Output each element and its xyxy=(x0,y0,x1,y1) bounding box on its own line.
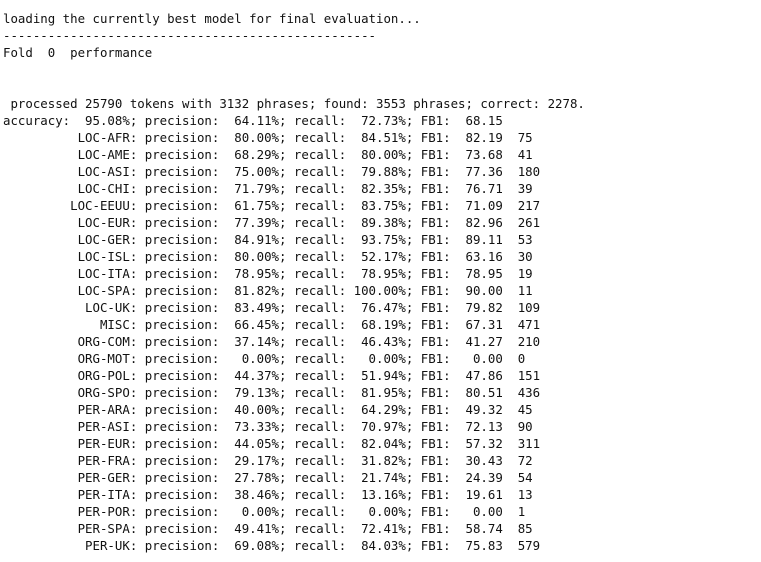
result-row: PER-GER: precision: 27.78%; recall: 21.7… xyxy=(3,470,533,485)
separator-line: ----------------------------------------… xyxy=(3,28,376,43)
result-row: ORG-MOT: precision: 0.00%; recall: 0.00%… xyxy=(3,351,526,366)
result-row: ORG-POL: precision: 44.37%; recall: 51.9… xyxy=(3,368,541,383)
result-row: LOC-ASI: precision: 75.00%; recall: 79.8… xyxy=(3,164,541,179)
result-row: LOC-AFR: precision: 80.00%; recall: 84.5… xyxy=(3,130,533,145)
per-class-results: LOC-AFR: precision: 80.00%; recall: 84.5… xyxy=(3,129,758,554)
result-row: PER-ARA: precision: 40.00%; recall: 64.2… xyxy=(3,402,533,417)
result-row: PER-ITA: precision: 38.46%; recall: 13.1… xyxy=(3,487,533,502)
result-row: LOC-EUR: precision: 77.39%; recall: 89.3… xyxy=(3,215,541,230)
result-row: ORG-COM: precision: 37.14%; recall: 46.4… xyxy=(3,334,541,349)
result-row: PER-SPA: precision: 49.41%; recall: 72.4… xyxy=(3,521,533,536)
status-line: loading the currently best model for fin… xyxy=(3,11,421,26)
fold-heading: Fold 0 performance xyxy=(3,45,153,60)
terminal-output: loading the currently best model for fin… xyxy=(3,10,758,554)
result-row: LOC-ISL: precision: 80.00%; recall: 52.1… xyxy=(3,249,533,264)
result-row: LOC-EEUU: precision: 61.75%; recall: 83.… xyxy=(3,198,541,213)
result-row: PER-ASI: precision: 73.33%; recall: 70.9… xyxy=(3,419,533,434)
result-row: LOC-AME: precision: 68.29%; recall: 80.0… xyxy=(3,147,533,162)
overall-accuracy-line: accuracy: 95.08%; precision: 64.11%; rec… xyxy=(3,113,503,128)
summary-line: processed 25790 tokens with 3132 phrases… xyxy=(3,96,585,111)
result-row: ORG-SPO: precision: 79.13%; recall: 81.9… xyxy=(3,385,541,400)
result-row: MISC: precision: 66.45%; recall: 68.19%;… xyxy=(3,317,541,332)
result-row: PER-UK: precision: 69.08%; recall: 84.03… xyxy=(3,538,541,553)
result-row: LOC-GER: precision: 84.91%; recall: 93.7… xyxy=(3,232,533,247)
result-row: LOC-UK: precision: 83.49%; recall: 76.47… xyxy=(3,300,541,315)
result-row: PER-EUR: precision: 44.05%; recall: 82.0… xyxy=(3,436,541,451)
result-row: LOC-SPA: precision: 81.82%; recall: 100.… xyxy=(3,283,533,298)
result-row: LOC-ITA: precision: 78.95%; recall: 78.9… xyxy=(3,266,533,281)
result-row: LOC-CHI: precision: 71.79%; recall: 82.3… xyxy=(3,181,533,196)
result-row: PER-POR: precision: 0.00%; recall: 0.00%… xyxy=(3,504,526,519)
result-row: PER-FRA: precision: 29.17%; recall: 31.8… xyxy=(3,453,533,468)
